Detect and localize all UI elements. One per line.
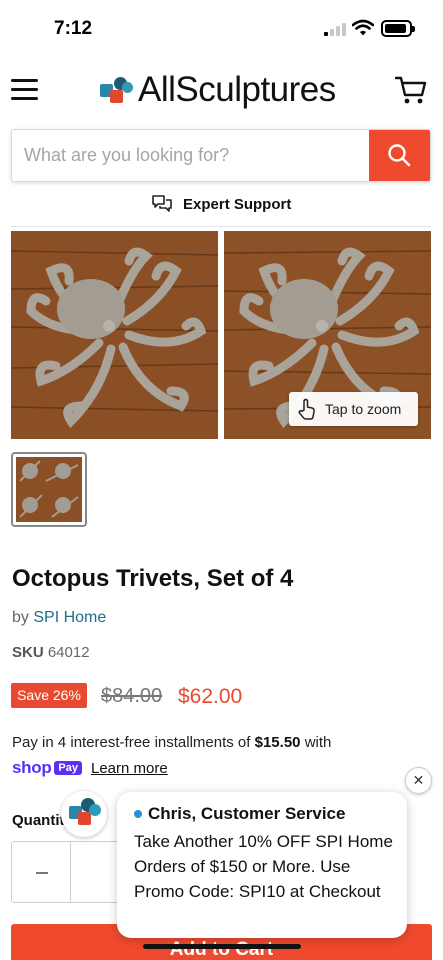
product-vendor: by SPI Home <box>12 609 106 627</box>
wifi-icon <box>352 19 374 36</box>
quantity-label: Quantity <box>12 812 67 829</box>
site-logo[interactable]: AllSculptures <box>100 70 336 110</box>
installments-prefix: Pay in 4 interest-free installments of <box>12 734 251 751</box>
product-thumbnail[interactable] <box>11 452 87 527</box>
cart-icon[interactable] <box>395 75 427 105</box>
search-icon <box>388 144 411 167</box>
close-chat-button[interactable]: ✕ <box>405 767 432 794</box>
installments-text: Pay in 4 interest-free installments of $… <box>12 734 331 751</box>
installments-suffix: with <box>304 734 332 751</box>
expert-support-link[interactable]: Expert Support <box>151 193 291 215</box>
brand-name: AllSculptures <box>138 70 336 109</box>
home-indicator <box>143 944 301 949</box>
chat-message-text: Take Another 10% OFF SPI Home Orders of … <box>134 832 393 901</box>
signal-icon <box>324 22 346 36</box>
tap-hand-icon <box>298 398 315 420</box>
product-title: Octopus Trivets, Set of 4 <box>12 565 294 592</box>
sku-value: 64012 <box>47 644 90 661</box>
status-bar: 7:12 <box>0 0 443 56</box>
chat-agent-name: Chris, Customer Service <box>148 804 346 823</box>
menu-icon[interactable] <box>11 79 38 101</box>
learn-more-link[interactable]: Learn more <box>91 760 168 777</box>
search-input[interactable] <box>12 130 370 181</box>
divider <box>11 226 431 227</box>
logo-mark-icon <box>100 76 134 104</box>
vendor-link[interactable]: SPI Home <box>33 609 106 626</box>
search-button[interactable] <box>369 130 430 181</box>
chat-logo-icon <box>69 798 101 825</box>
sku-label: SKU <box>12 644 44 661</box>
battery-icon <box>381 20 415 37</box>
installment-amount: $15.50 <box>254 734 301 751</box>
compare-at-price: $84.00 <box>101 685 163 707</box>
status-time: 7:12 <box>54 18 93 39</box>
chat-agent: Chris, Customer Service <box>134 804 393 824</box>
chat-avatar[interactable] <box>61 791 107 837</box>
shop-pay-badge: Pay <box>54 761 82 775</box>
tap-to-zoom-button[interactable]: Tap to zoom <box>289 392 418 426</box>
vendor-prefix: by <box>12 609 29 626</box>
product-image-main[interactable] <box>11 231 218 439</box>
chat-message-popup[interactable]: Chris, Customer Service Take Another 10%… <box>117 792 407 938</box>
sale-price: $62.00 <box>178 685 243 708</box>
quantity-decrease-button[interactable] <box>11 841 71 903</box>
tap-to-zoom-label: Tap to zoom <box>325 401 402 417</box>
save-badge: Save 26% <box>11 683 87 708</box>
shop-pay-row: shop Pay Learn more <box>12 758 168 778</box>
shop-pay-logo: shop <box>12 758 52 777</box>
online-indicator <box>134 810 142 818</box>
minus-icon <box>36 872 48 874</box>
product-sku: SKU 64012 <box>12 644 90 661</box>
expert-support-label: Expert Support <box>183 195 292 213</box>
chat-bubbles-icon <box>152 195 172 212</box>
site-header: AllSculptures <box>0 60 443 122</box>
search-bar <box>11 129 431 182</box>
